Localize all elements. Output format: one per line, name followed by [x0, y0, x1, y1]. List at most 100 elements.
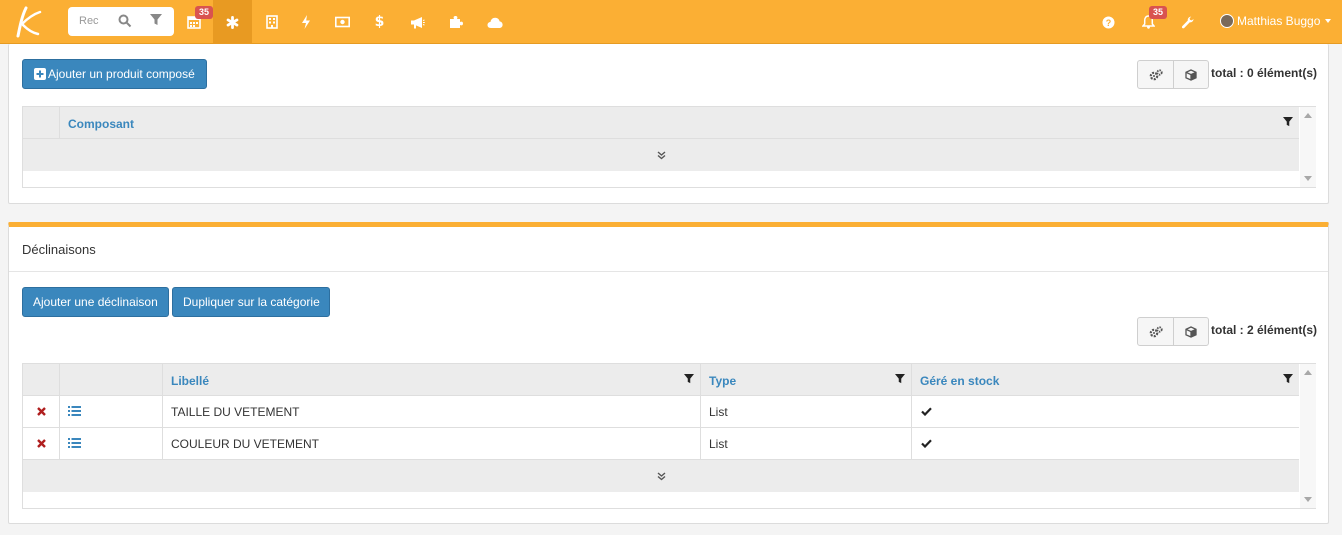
cube-icon [1185, 68, 1197, 81]
add-declinaison-label: Ajouter une déclinaison [33, 295, 158, 309]
type-cell: List [701, 396, 912, 427]
filter-icon[interactable] [684, 374, 694, 384]
header-label: Géré en stock [920, 374, 1000, 388]
header-select-cell [23, 107, 60, 139]
list-icon[interactable] [68, 406, 81, 416]
composite-grid: Composant [22, 106, 1316, 188]
type-cell: List [701, 428, 912, 459]
scroll-down-icon[interactable] [1304, 176, 1312, 181]
type-text: List [709, 405, 728, 419]
header-gere-en-stock[interactable]: Géré en stock [912, 364, 1299, 396]
header-label: Type [709, 374, 737, 388]
header-action-cell [60, 364, 163, 396]
filter-icon[interactable] [150, 14, 162, 26]
search-input[interactable]: Rec [79, 15, 103, 27]
grid-scrollbar[interactable] [1300, 364, 1316, 508]
export-button[interactable] [1173, 61, 1208, 88]
stock-cell [912, 396, 1299, 427]
grid-scrollbar[interactable] [1300, 107, 1316, 187]
chevron-double-down-icon [657, 150, 665, 159]
values-cell[interactable] [60, 396, 163, 427]
table-row[interactable]: COULEUR DU VETEMENT List [23, 428, 1299, 460]
values-cell[interactable] [60, 428, 163, 459]
help-nav[interactable]: ? [1089, 0, 1128, 44]
filter-icon[interactable] [1283, 117, 1293, 127]
add-composite-label: Ajouter un produit composé [48, 67, 195, 81]
money-nav[interactable] [323, 0, 362, 44]
asterisk-icon [226, 15, 239, 29]
export-button[interactable] [1173, 318, 1208, 345]
money-icon [335, 16, 350, 28]
composite-total: total : 0 élément(s) [1211, 66, 1318, 80]
type-text: List [709, 437, 728, 451]
cube-icon [1185, 325, 1197, 338]
scroll-up-icon[interactable] [1304, 370, 1312, 375]
bullhorn-icon [411, 16, 425, 28]
grid-actions [1137, 60, 1209, 89]
filter-icon[interactable] [895, 374, 905, 384]
grid-header: Composant [23, 107, 1299, 139]
help-icon: ? [1102, 16, 1115, 28]
chevron-down-icon [1325, 19, 1332, 23]
check-icon [921, 439, 932, 448]
puzzle-nav[interactable] [436, 0, 475, 44]
libelle-cell: COULEUR DU VETEMENT [163, 428, 701, 459]
declinaisons-panel: Déclinaisons Ajouter une déclinaison Dup… [8, 222, 1329, 524]
scroll-up-icon[interactable] [1304, 113, 1312, 118]
header-label: Composant [68, 117, 134, 131]
plus-square-icon [34, 68, 46, 80]
add-composite-button[interactable]: Ajouter un produit composé [22, 59, 207, 89]
delete-icon[interactable] [37, 439, 46, 448]
check-icon [921, 407, 932, 416]
declinaisons-grid: Libellé Type Géré en stock TAILLE DU VET… [22, 363, 1316, 509]
bolt-icon [301, 15, 310, 29]
load-more-row[interactable] [23, 139, 1299, 171]
composite-panel: Ajouter un produit composé total : 0 élé… [8, 44, 1329, 204]
dollar-nav[interactable]: $ [360, 0, 399, 44]
table-row[interactable]: TAILLE DU VETEMENT List [23, 396, 1299, 428]
header-libelle[interactable]: Libellé [163, 364, 701, 396]
delete-cell[interactable] [23, 428, 60, 459]
calendar-badge: 35 [195, 6, 214, 19]
filter-icon[interactable] [1283, 374, 1293, 384]
libelle-cell: TAILLE DU VETEMENT [163, 396, 701, 427]
cloud-icon [487, 17, 503, 28]
puzzle-icon [449, 16, 463, 28]
wrench-icon [1181, 16, 1194, 28]
libelle-text: COULEUR DU VETEMENT [171, 437, 320, 451]
logo[interactable] [6, 4, 42, 40]
header-composant[interactable]: Composant [60, 107, 1299, 139]
avatar [1220, 14, 1234, 28]
settings-button[interactable] [1138, 318, 1173, 345]
libelle-text: TAILLE DU VETEMENT [171, 405, 300, 419]
delete-cell[interactable] [23, 396, 60, 427]
add-declinaison-button[interactable]: Ajouter une déclinaison [22, 287, 169, 317]
user-menu[interactable]: Matthias Buggo [1220, 14, 1332, 28]
asterisk-nav[interactable] [213, 0, 252, 44]
bolt-nav[interactable] [286, 0, 325, 44]
delete-icon[interactable] [37, 407, 46, 416]
duplicate-category-label: Dupliquer sur la catégorie [183, 295, 320, 309]
calendar-nav[interactable]: 35 [174, 0, 214, 44]
scroll-down-icon[interactable] [1304, 497, 1312, 502]
chevron-double-down-icon [657, 471, 665, 480]
wrench-nav[interactable] [1168, 0, 1207, 44]
list-icon[interactable] [68, 438, 81, 448]
cogs-icon [1149, 68, 1163, 80]
search-box[interactable]: Rec [68, 7, 174, 36]
user-name: Matthias Buggo [1237, 14, 1321, 28]
header-label: Libellé [171, 374, 210, 388]
bullhorn-nav[interactable] [398, 0, 437, 44]
settings-button[interactable] [1138, 61, 1173, 88]
search-icon[interactable] [118, 14, 132, 28]
grid-header: Libellé Type Géré en stock [23, 364, 1299, 396]
cloud-nav[interactable] [475, 0, 514, 44]
declinaisons-total: total : 2 élément(s) [1211, 323, 1318, 337]
top-navbar: Rec 35 $ ? 35 Matthias Buggo [0, 0, 1342, 44]
notifications-nav[interactable]: 35 [1129, 0, 1168, 44]
svg-text:?: ? [1106, 18, 1112, 28]
duplicate-category-button[interactable]: Dupliquer sur la catégorie [172, 287, 330, 317]
load-more-row[interactable] [23, 460, 1299, 492]
stock-cell [912, 428, 1299, 459]
header-type[interactable]: Type [701, 364, 912, 396]
